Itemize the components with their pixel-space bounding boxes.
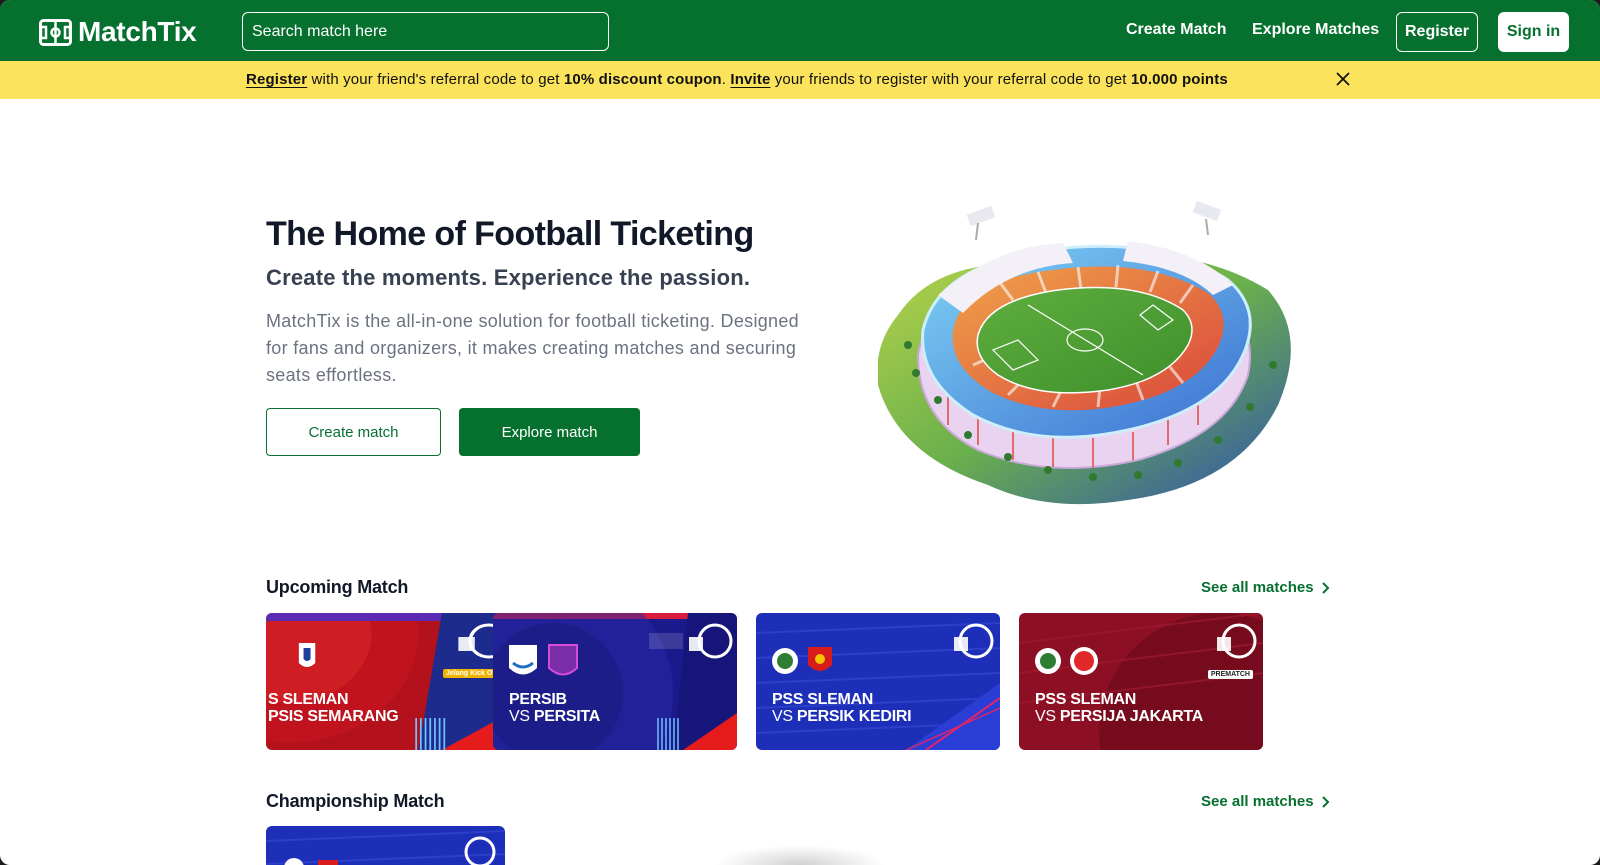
search-input[interactable] (242, 12, 609, 51)
championship-see-all-link[interactable]: See all matches (1201, 793, 1330, 810)
away-team-name: VS PERSIK KEDIRI (772, 708, 912, 725)
hero-title: The Home of Football Ticketing (266, 215, 754, 253)
home-team-name: S SLEMAN (268, 691, 349, 708)
match-card[interactable] (266, 826, 505, 865)
match-card-banner (493, 613, 737, 750)
top-navbar: MatchTix Create Match Explore Matches Re… (0, 0, 1600, 61)
match-card-banner (1019, 613, 1263, 750)
championship-match-title: Championship Match (266, 791, 445, 811)
chevron-right-icon (1321, 795, 1329, 808)
match-card[interactable]: PSS SLEMAN VS PERSIK KEDIRI (756, 613, 1000, 750)
nav-explore-matches-link[interactable]: Explore Matches (1252, 21, 1379, 39)
nav-create-match-link[interactable]: Create Match (1126, 21, 1226, 39)
match-card-banner (266, 613, 510, 750)
football-field-icon (39, 18, 72, 46)
match-card[interactable]: Jelang Kick Off S SLEMAN PSIS SEMARANG (266, 613, 510, 750)
brand-name: MatchTix (78, 16, 197, 47)
away-team-name: VS PERSIJA JAKARTA (1035, 708, 1203, 725)
referral-banner: Register with your friend's referral cod… (0, 61, 1600, 99)
match-card-banner (266, 826, 505, 865)
match-card[interactable]: PERSIB VS PERSITA (493, 613, 737, 750)
home-team-name: PSS SLEMAN (1035, 691, 1137, 708)
match-card[interactable]: PREMATCH PSS SLEMAN VS PERSIJA JAKARTA (1019, 613, 1263, 750)
hero-subtitle: Create the moments. Experience the passi… (266, 265, 751, 290)
brand-logo[interactable]: MatchTix (39, 16, 197, 48)
banner-invite-link[interactable]: Invite (730, 71, 770, 88)
register-button[interactable]: Register (1396, 12, 1478, 52)
hero-description: MatchTix is the all-in-one solution for … (266, 311, 799, 385)
sign-in-button[interactable]: Sign in (1498, 12, 1569, 52)
close-icon[interactable] (1334, 70, 1352, 88)
match-tag-badge: Jelang Kick Off (443, 669, 500, 678)
away-team-name: VS PERSITA (509, 708, 600, 725)
banner-register-link[interactable]: Register (246, 71, 307, 88)
app-frame: MatchTix Create Match Explore Matches Re… (0, 0, 1600, 865)
match-tag-badge: PREMATCH (1207, 670, 1253, 679)
upcoming-match-title: Upcoming Match (266, 577, 409, 597)
referral-banner-text: Register with your friend's referral cod… (246, 71, 1228, 88)
away-team-name: PSIS SEMARANG (268, 708, 399, 725)
chevron-right-icon (1321, 581, 1329, 594)
match-card-banner (756, 613, 1000, 750)
explore-match-button[interactable]: Explore match (459, 408, 640, 456)
upcoming-see-all-link[interactable]: See all matches (1201, 579, 1330, 596)
create-match-button[interactable]: Create match (266, 408, 441, 456)
home-team-name: PSS SLEMAN (772, 691, 874, 708)
stadium-illustration (878, 200, 1291, 505)
decorative-shadow (715, 845, 885, 865)
home-team-name: PERSIB (509, 691, 567, 708)
